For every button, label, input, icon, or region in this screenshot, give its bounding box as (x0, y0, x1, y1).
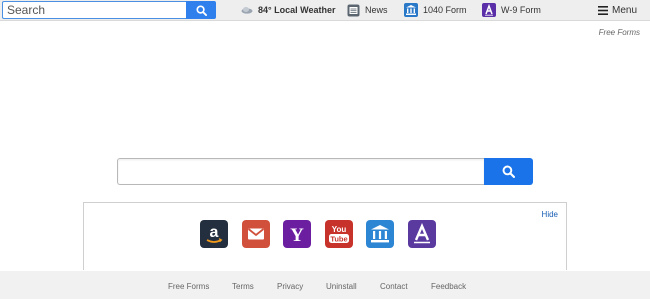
gmail-tile[interactable] (241, 220, 270, 248)
search-icon (196, 4, 207, 16)
local-weather-link[interactable]: 84° Local Weather (241, 2, 335, 18)
bank-building-icon (371, 225, 390, 243)
bank-building-icon (404, 3, 418, 17)
menu-button[interactable]: Menu (598, 2, 637, 18)
w9-form-icon (482, 3, 496, 17)
footer-link-privacy[interactable]: Privacy (277, 282, 303, 291)
svg-text:You: You (332, 225, 347, 234)
hide-shortcuts-link[interactable]: Hide (542, 210, 558, 219)
w9-form-link[interactable]: W-9 Form (482, 2, 541, 18)
top-toolbar: 84° Local Weather News 1040 For (0, 0, 650, 21)
footer-link-free-forms[interactable]: Free Forms (168, 282, 209, 291)
toolbar-search-input[interactable] (2, 1, 187, 19)
amazon-tile[interactable]: a (200, 220, 228, 248)
news-link[interactable]: News (347, 2, 388, 18)
w9-form-label: W-9 Form (501, 5, 541, 15)
yahoo-icon: Y (290, 225, 304, 246)
shortcut-tiles: a Y You Tube (200, 220, 450, 248)
footer-link-terms[interactable]: Terms (232, 282, 254, 291)
1040-form-label: 1040 Form (423, 5, 467, 15)
main-search-button[interactable] (484, 158, 533, 185)
bank-tile[interactable] (366, 220, 395, 248)
menu-label: Menu (612, 4, 638, 16)
gmail-icon (247, 228, 264, 240)
search-icon (502, 165, 515, 178)
yahoo-tile[interactable]: Y (283, 220, 312, 248)
footer-link-feedback[interactable]: Feedback (431, 282, 466, 291)
free-forms-brand: Free Forms (598, 28, 640, 37)
svg-text:a: a (210, 224, 219, 241)
weather-label: 84° Local Weather (258, 5, 336, 15)
footer-link-uninstall[interactable]: Uninstall (326, 282, 357, 291)
toolbar-search (2, 1, 216, 19)
youtube-icon: You Tube (328, 225, 349, 243)
amazon-icon: a (206, 224, 223, 243)
toolbar-search-button[interactable] (186, 1, 216, 19)
youtube-tile[interactable]: You Tube (324, 220, 353, 248)
news-label: News (365, 5, 388, 15)
svg-text:Tube: Tube (330, 234, 347, 243)
news-icon (347, 4, 360, 17)
shortcuts-panel: Hide a Y You Tube (83, 202, 567, 270)
main-search-input[interactable] (117, 158, 484, 185)
w9-form-icon (413, 222, 430, 244)
main-search (117, 158, 533, 185)
1040-form-link[interactable]: 1040 Form (404, 2, 467, 18)
footer: Free Forms Terms Privacy Uninstall Conta… (0, 271, 650, 299)
weather-cloud-icon (241, 6, 253, 14)
w9-tile[interactable] (407, 220, 436, 248)
hamburger-menu-icon (598, 5, 608, 15)
footer-link-contact[interactable]: Contact (380, 282, 408, 291)
svg-text:Y: Y (290, 225, 304, 246)
